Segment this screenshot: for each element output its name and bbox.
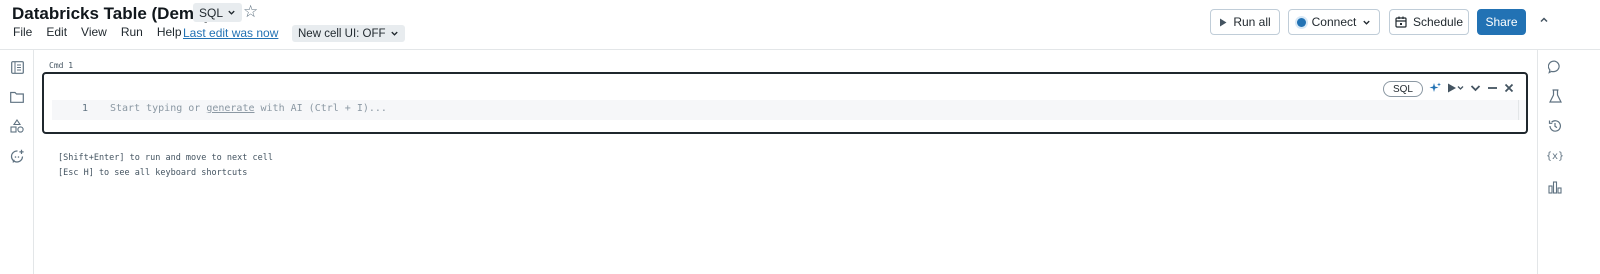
run-cell-icon[interactable] xyxy=(1447,83,1464,96)
schedule-label: Schedule xyxy=(1412,15,1464,29)
editor-scrollbar[interactable] xyxy=(1518,100,1526,120)
menu-help[interactable]: Help xyxy=(157,25,182,39)
menu-bar: File Edit View Run Help xyxy=(13,25,196,39)
history-icon[interactable] xyxy=(1547,118,1563,134)
language-label: SQL xyxy=(199,5,224,20)
close-icon[interactable] xyxy=(1504,83,1514,96)
left-sidebar xyxy=(0,50,34,274)
shortcuts-hint: [Esc H] to see all keyboard shortcuts xyxy=(58,168,248,178)
menu-file[interactable]: File xyxy=(13,25,32,39)
editor-placeholder: Start typing or generate with AI (Ctrl +… xyxy=(110,103,387,114)
chevron-down-icon xyxy=(228,10,235,15)
generate-link[interactable]: generate xyxy=(206,103,254,114)
menu-edit[interactable]: Edit xyxy=(46,25,67,39)
keyboard-hints: [Shift+Enter] to run and move to next ce… xyxy=(58,151,273,181)
play-icon xyxy=(1220,18,1227,26)
menu-view[interactable]: View xyxy=(81,25,107,39)
table-of-contents-icon[interactable] xyxy=(9,59,25,75)
run-all-label: Run all xyxy=(1233,15,1271,29)
run-all-button[interactable]: Run all xyxy=(1210,9,1280,35)
cell-toolbar: SQL xyxy=(1382,81,1514,97)
comments-icon[interactable] xyxy=(1547,59,1563,75)
chevron-up-icon[interactable] xyxy=(1539,14,1549,28)
connect-label: Connect xyxy=(1311,15,1357,29)
connect-button[interactable]: Connect xyxy=(1288,9,1380,35)
notebook-header: Databricks Table (Demo) SQL ☆ File Edit … xyxy=(0,0,1600,50)
share-button[interactable]: Share xyxy=(1477,9,1526,35)
notebook-title[interactable]: Databricks Table (Demo) xyxy=(12,4,210,24)
star-icon[interactable]: ☆ xyxy=(243,2,258,22)
experiment-icon[interactable] xyxy=(1547,88,1563,104)
variables-icon[interactable]: {x} xyxy=(1546,148,1564,164)
chevron-down-icon xyxy=(390,31,398,36)
status-dot-icon xyxy=(1296,17,1306,27)
chevron-down-icon[interactable] xyxy=(1470,83,1481,96)
last-edit-link[interactable]: Last edit was now xyxy=(183,26,278,40)
code-cell[interactable]: SQL 1 Start typing or generate with AI (… xyxy=(42,72,1528,134)
calendar-icon xyxy=(1395,16,1407,28)
assistant-icon[interactable] xyxy=(9,148,25,164)
menu-run[interactable]: Run xyxy=(121,25,143,39)
line-number: 1 xyxy=(82,103,89,114)
sparkle-icon[interactable] xyxy=(1429,82,1441,97)
folder-icon[interactable] xyxy=(9,89,25,105)
minimize-icon[interactable] xyxy=(1487,83,1498,96)
cell-command-label: Cmd 1 xyxy=(49,61,74,70)
cell-language-badge[interactable]: SQL xyxy=(1382,81,1423,97)
schedule-button[interactable]: Schedule xyxy=(1389,9,1469,35)
placeholder-text: Start typing or xyxy=(110,103,207,114)
code-editor[interactable]: 1 Start typing or generate with AI (Ctrl… xyxy=(52,100,1526,120)
run-hint: [Shift+Enter] to run and move to next ce… xyxy=(58,153,273,163)
language-selector[interactable]: SQL xyxy=(193,3,243,22)
shapes-icon[interactable] xyxy=(9,118,25,134)
right-sidebar: {x} xyxy=(1537,50,1600,274)
placeholder-text: with AI (Ctrl + I)... xyxy=(254,103,387,114)
chevron-down-icon xyxy=(1363,20,1371,25)
new-cell-ui-toggle[interactable]: New cell UI: OFF xyxy=(292,25,405,42)
new-cell-ui-label: New cell UI: OFF xyxy=(298,27,386,40)
chart-icon[interactable] xyxy=(1547,179,1563,195)
